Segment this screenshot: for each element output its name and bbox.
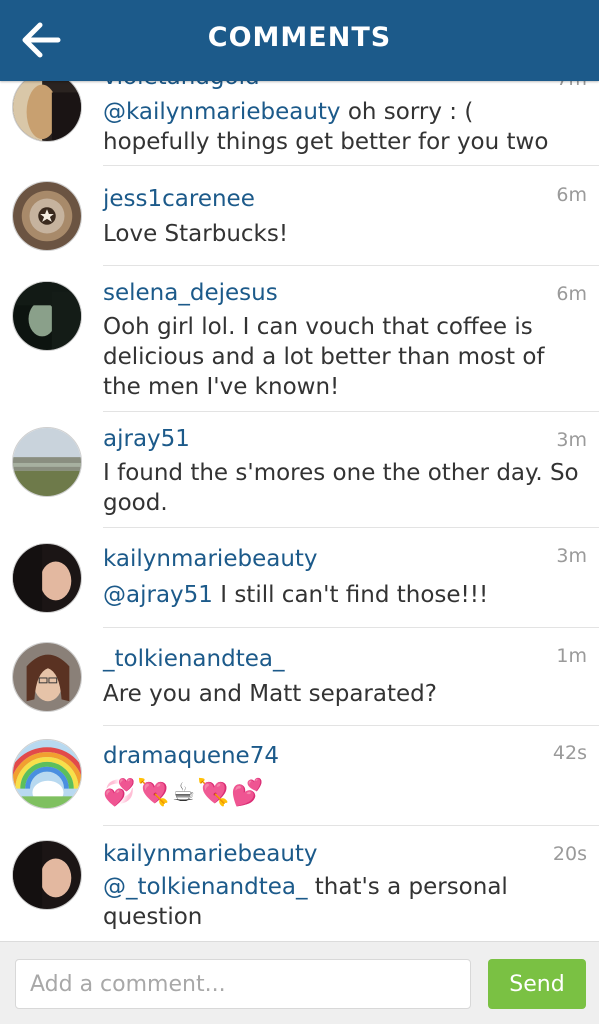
comment-body: I still can't find those!!!: [212, 582, 489, 608]
avatar[interactable]: [12, 281, 82, 351]
comment-item: selena_dejesus 6m Ooh girl lol. I can vo…: [0, 266, 599, 412]
comment-item: ajray51 3m I found the s'mores one the o…: [0, 412, 599, 528]
comment-input[interactable]: [15, 959, 471, 1009]
avatar[interactable]: [12, 739, 82, 809]
comment-username[interactable]: dramaquene74: [103, 743, 279, 769]
send-button[interactable]: Send: [488, 959, 586, 1009]
avatar[interactable]: [12, 840, 82, 910]
comment-time: 3m: [556, 429, 587, 451]
comment-time: 3m: [556, 545, 587, 567]
avatar[interactable]: [12, 181, 82, 251]
comment-item: _tolkienandtea_ 1m Are you and Matt sepa…: [0, 628, 599, 726]
comment-username[interactable]: selena_dejesus: [103, 280, 278, 306]
comments-list[interactable]: violetandgold 7m @kailynmariebeauty oh s…: [0, 0, 599, 941]
comment-username[interactable]: kailynmariebeauty: [103, 841, 318, 867]
comment-username[interactable]: jess1carenee: [103, 186, 255, 212]
comment-username[interactable]: _tolkienandtea_: [103, 646, 284, 672]
comment-mention[interactable]: @_tolkienandtea_: [103, 874, 307, 900]
comment-text: Ooh girl lol. I can vouch that coffee is…: [103, 314, 545, 400]
comment-mention[interactable]: @kailynmariebeauty: [103, 99, 341, 125]
comment-text: I found the s'mores one the other day. S…: [103, 460, 579, 516]
avatar[interactable]: [12, 427, 82, 497]
avatar[interactable]: [12, 543, 82, 613]
comment-text: @_tolkienandtea_ that's a personal quest…: [103, 872, 583, 932]
comment-item: dramaquene74 42s 💞💘☕💘💕: [0, 726, 599, 826]
comment-text: Love Starbucks!: [103, 221, 289, 247]
comment-mention[interactable]: @ajray51: [103, 582, 213, 608]
avatar[interactable]: [12, 642, 82, 712]
comment-composer: Send: [0, 941, 599, 1024]
top-bar: COMMENTS: [0, 0, 599, 81]
comment-text: @ajray51 I still can't find those!!!: [103, 580, 583, 610]
comment-item: jess1carenee 6m Love Starbucks!: [0, 166, 599, 266]
comment-time: 6m: [556, 184, 587, 206]
comment-username[interactable]: ajray51: [103, 426, 190, 452]
page-title: COMMENTS: [207, 22, 392, 53]
comment-item: kailynmariebeauty 3m @ajray51 I still ca…: [0, 528, 599, 628]
comment-item: kailynmariebeauty 20s @_tolkienandtea_ t…: [0, 826, 599, 941]
comment-username[interactable]: kailynmariebeauty: [103, 546, 318, 572]
comment-text: Are you and Matt separated?: [103, 681, 437, 707]
comment-text: 💞💘☕💘💕: [103, 778, 266, 808]
comment-time: 6m: [556, 283, 587, 305]
comment-time: 42s: [552, 742, 587, 764]
comment-time: 1m: [556, 645, 587, 667]
avatar[interactable]: [12, 72, 82, 142]
comment-time: 20s: [552, 843, 587, 865]
comment-text: @kailynmariebeauty oh sorry : ( hopefull…: [103, 97, 583, 157]
